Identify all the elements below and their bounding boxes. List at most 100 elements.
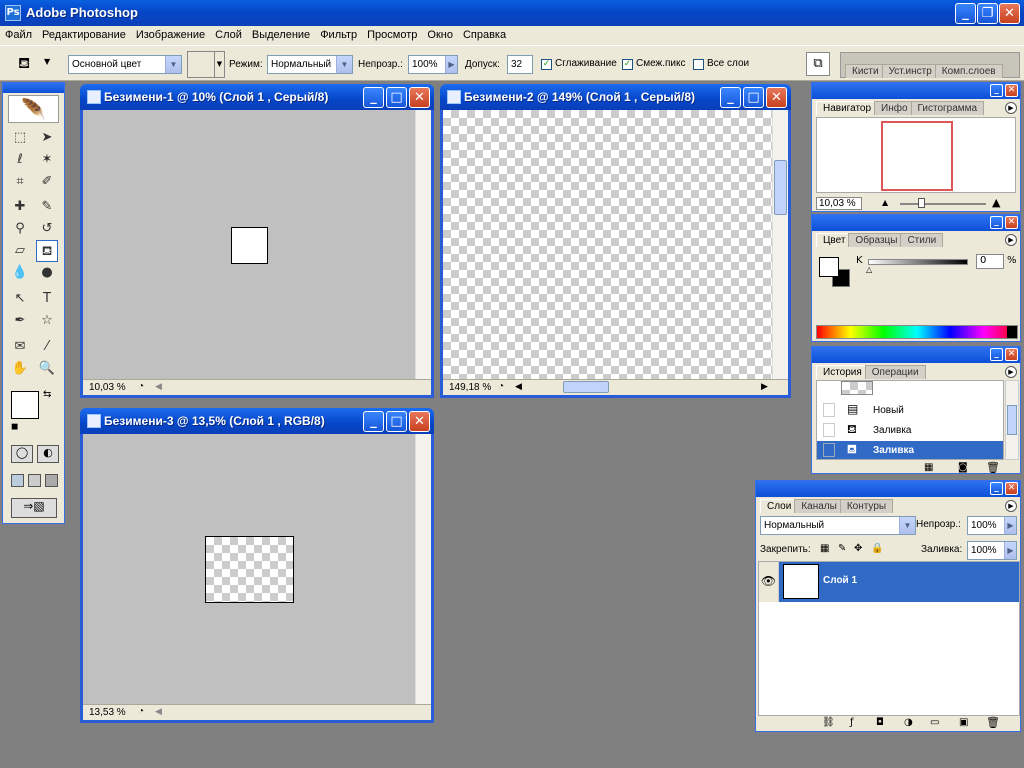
color-spectrum-ramp[interactable] bbox=[816, 325, 1018, 339]
tolerance-input[interactable]: 32 bbox=[507, 55, 533, 74]
document-1-canvas-area[interactable] bbox=[83, 110, 415, 379]
color-value-input[interactable]: 0 bbox=[976, 254, 1004, 269]
standard-mode-icon[interactable]: ◯ bbox=[11, 445, 33, 463]
history-vscroll-thumb[interactable] bbox=[1007, 405, 1017, 435]
adjustment-layer-icon[interactable]: ◑ bbox=[904, 717, 913, 728]
navigator-menu-icon[interactable]: ▶ bbox=[1005, 102, 1017, 114]
magic-wand-tool-icon[interactable]: ✶ bbox=[36, 149, 58, 171]
navigator-palette-header[interactable]: _ ✕ bbox=[812, 83, 1020, 99]
layer-style-icon[interactable]: ƒ bbox=[850, 717, 854, 728]
navigator-preview[interactable] bbox=[816, 117, 1016, 193]
document-2-canvas[interactable] bbox=[443, 110, 772, 379]
quick-mask-icon[interactable]: ◐ bbox=[37, 445, 59, 463]
menu-edit[interactable]: Редактирование bbox=[37, 26, 131, 41]
document-3-canvas-area[interactable] bbox=[83, 434, 415, 704]
document-3-minimize-button[interactable]: _ bbox=[363, 411, 384, 432]
feather-logo-icon[interactable]: 🪶 bbox=[8, 95, 59, 123]
document-2-titlebar[interactable]: Безимени-2 @ 149% (Слой 1 , Серый/8) _ □… bbox=[440, 84, 791, 110]
lasso-tool-icon[interactable]: ℓ bbox=[9, 149, 31, 171]
status-menu-icon[interactable]: ◔ bbox=[138, 381, 144, 392]
tab-info[interactable]: Инфо bbox=[874, 101, 915, 115]
history-palette-header[interactable]: _ ✕ bbox=[812, 347, 1020, 363]
layers-close-button[interactable]: ✕ bbox=[1005, 482, 1018, 495]
history-source-box[interactable] bbox=[823, 403, 835, 417]
marquee-tool-icon[interactable]: ⬚ bbox=[9, 127, 31, 149]
eyedropper-tool-icon[interactable]: ⁄ bbox=[36, 336, 58, 358]
hand-tool-icon[interactable]: ✋ bbox=[9, 358, 31, 380]
document-1-titlebar[interactable]: Безимени-1 @ 10% (Слой 1 , Серый/8) _ □ … bbox=[80, 84, 434, 110]
notes-tool-icon[interactable]: ✉ bbox=[9, 336, 31, 358]
move-tool-icon[interactable]: ➤ bbox=[36, 127, 58, 149]
well-tab-tool-presets[interactable]: Уст.инстр bbox=[881, 64, 939, 78]
history-minimize-button[interactable]: _ bbox=[990, 348, 1003, 361]
navigator-zoom-slider[interactable] bbox=[900, 203, 986, 205]
tab-styles[interactable]: Стили bbox=[900, 233, 944, 247]
fill-input[interactable]: 100% ▶ bbox=[967, 541, 1017, 560]
document-3-zoom[interactable]: 13,53 % bbox=[89, 707, 126, 718]
tab-layers[interactable]: Слои bbox=[760, 499, 799, 513]
type-tool-icon[interactable]: T bbox=[36, 288, 58, 310]
layer-opacity-input[interactable]: 100% ▶ bbox=[967, 516, 1017, 535]
navigator-close-button[interactable]: ✕ bbox=[1005, 84, 1018, 97]
layers-palette-header[interactable]: _ ✕ bbox=[756, 481, 1020, 497]
document-1-minimize-button[interactable]: _ bbox=[363, 87, 384, 108]
history-item[interactable]: ⛾ Заливка bbox=[817, 421, 1003, 441]
document-1-close-button[interactable]: ✕ bbox=[409, 87, 430, 108]
chevron-right-icon[interactable]: ▶ bbox=[1004, 542, 1016, 559]
menu-filter[interactable]: Фильтр bbox=[315, 26, 362, 41]
pattern-picker[interactable]: ▼ bbox=[187, 51, 225, 78]
trash-icon[interactable]: 🗑 bbox=[986, 461, 1000, 474]
navigator-view-box[interactable] bbox=[881, 121, 953, 191]
camera-snapshot-icon[interactable]: ◙ bbox=[958, 462, 968, 473]
crop-tool-icon[interactable]: ⌗ bbox=[9, 171, 31, 193]
navigator-minimize-button[interactable]: _ bbox=[990, 84, 1003, 97]
document-2-maximize-button[interactable]: □ bbox=[743, 87, 764, 108]
menu-image[interactable]: Изображение bbox=[131, 26, 210, 41]
tab-actions[interactable]: Операции bbox=[864, 365, 926, 379]
navigator-zoom[interactable]: 10,03 % bbox=[816, 197, 862, 210]
document-1-zoom[interactable]: 10,03 % bbox=[89, 382, 126, 393]
zoom-in-icon[interactable]: ▲ bbox=[992, 196, 1000, 209]
path-selection-tool-icon[interactable]: ↖ bbox=[9, 288, 31, 310]
tab-swatches[interactable]: Образцы bbox=[848, 233, 905, 247]
status-menu-icon[interactable]: ◔ bbox=[498, 381, 504, 392]
slider-triangle-icon[interactable]: △ bbox=[866, 265, 872, 274]
document-2-minimize-button[interactable]: _ bbox=[720, 87, 741, 108]
eye-visibility-icon[interactable]: 👁 bbox=[759, 562, 779, 602]
color-menu-icon[interactable]: ▶ bbox=[1005, 234, 1017, 246]
scroll-left-icon[interactable]: ◀ bbox=[155, 706, 162, 717]
menu-help[interactable]: Справка bbox=[458, 26, 511, 41]
opacity-input[interactable]: 100% ▶ bbox=[408, 55, 458, 74]
navigator-zoom-thumb[interactable] bbox=[918, 198, 925, 208]
color-fg-swatch[interactable] bbox=[819, 257, 839, 277]
restore-button[interactable]: ❐ bbox=[977, 3, 998, 24]
layer-row[interactable]: Слой 1 bbox=[779, 562, 1019, 602]
document-1-vscrollbar[interactable] bbox=[415, 110, 431, 379]
new-group-icon[interactable]: ▭ bbox=[930, 717, 939, 728]
paint-bucket-tool-icon[interactable]: ⛾ bbox=[36, 240, 58, 262]
document-2-hscroll-thumb[interactable] bbox=[563, 381, 609, 393]
history-vscrollbar[interactable] bbox=[1005, 380, 1019, 460]
menu-layer[interactable]: Слой bbox=[210, 26, 247, 41]
screen-mode-full-icon[interactable] bbox=[45, 474, 58, 487]
spectrum-black-swatch[interactable] bbox=[1007, 326, 1017, 338]
scroll-left-icon[interactable]: ◀ bbox=[515, 381, 522, 392]
blend-mode-select[interactable]: Нормальный ▼ bbox=[760, 516, 916, 535]
brush-tool-icon[interactable]: ✎ bbox=[36, 196, 58, 218]
healing-brush-tool-icon[interactable]: ✚ bbox=[9, 196, 31, 218]
new-layer-icon[interactable]: ▣ bbox=[959, 717, 968, 728]
zoom-out-icon[interactable]: ▲ bbox=[882, 198, 888, 207]
antialias-checkbox[interactable]: ✓ bbox=[541, 59, 552, 70]
document-3-titlebar[interactable]: Безимени-3 @ 13,5% (Слой 1 , RGB/8) _ □ … bbox=[80, 408, 434, 434]
menu-file[interactable]: Файл bbox=[0, 26, 37, 41]
paint-bucket-icon[interactable]: ⛾ bbox=[18, 54, 30, 74]
screen-mode-standard-icon[interactable] bbox=[11, 474, 24, 487]
tab-paths[interactable]: Контуры bbox=[839, 499, 894, 513]
menu-view[interactable]: Просмотр bbox=[362, 26, 422, 41]
well-tab-brushes[interactable]: Кисти bbox=[845, 64, 886, 78]
close-button[interactable]: ✕ bbox=[999, 3, 1020, 24]
document-1-canvas[interactable] bbox=[231, 227, 268, 264]
color-gray-slider[interactable] bbox=[868, 259, 968, 265]
document-3-vscrollbar[interactable] bbox=[415, 434, 431, 704]
layer-mask-icon[interactable]: ◘ bbox=[876, 717, 884, 728]
